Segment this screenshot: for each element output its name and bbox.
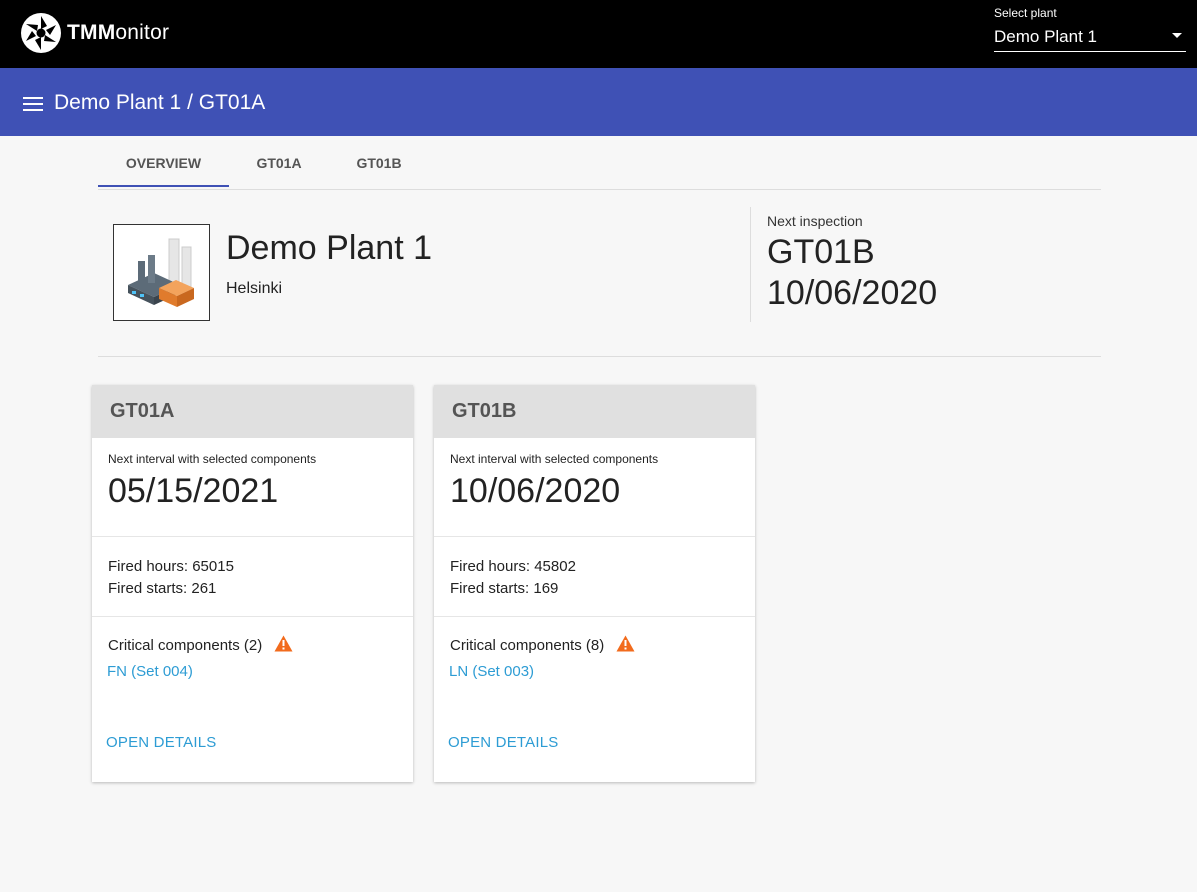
component-link[interactable]: FN (Set 004) (107, 663, 193, 680)
tab-overview[interactable]: OVERVIEW (98, 137, 229, 188)
plant-select-label: Select plant (994, 6, 1057, 20)
interval-label: Next interval with selected components (450, 452, 659, 466)
dropdown-arrow-icon (1172, 33, 1182, 38)
card-title: GT01A (110, 400, 175, 422)
open-details-button[interactable]: OPEN DETAILS (106, 734, 216, 751)
vertical-divider (750, 207, 751, 322)
factory-illustration-icon (113, 224, 210, 321)
section-divider (98, 356, 1101, 357)
fired-hours: Fired hours: 45802 (450, 558, 576, 575)
app-header: Demo Plant 1 / GT01A (0, 68, 1197, 136)
next-inspection-label: Next inspection (767, 213, 863, 229)
fired-starts: Fired starts: 169 (450, 580, 559, 597)
card-divider (434, 536, 755, 537)
card-header: GT01A (92, 385, 413, 438)
unit-card-gt01a: GT01A Next interval with selected compon… (92, 385, 413, 782)
tab-gt01a[interactable]: GT01A (229, 137, 329, 188)
fired-hours: Fired hours: 65015 (108, 558, 234, 575)
tab-gt01b[interactable]: GT01B (329, 137, 429, 188)
plant-name: Demo Plant 1 (226, 229, 432, 267)
card-divider (92, 536, 413, 537)
brand-logo-text: TMMonitor (67, 21, 170, 44)
unit-card-gt01b: GT01B Next interval with selected compon… (434, 385, 755, 782)
plant-select-value: Demo Plant 1 (994, 27, 1097, 46)
interval-label: Next interval with selected components (108, 452, 317, 466)
interval-date: 10/06/2020 (450, 472, 621, 510)
aperture-logo-icon (21, 13, 61, 53)
hamburger-menu-icon[interactable] (23, 97, 43, 111)
interval-date: 05/15/2021 (108, 472, 279, 510)
select-underline (994, 51, 1186, 52)
tab-bar: OVERVIEW GT01A GT01B (98, 137, 1101, 190)
card-title: GT01B (452, 400, 517, 422)
card-divider (92, 616, 413, 617)
open-details-button[interactable]: OPEN DETAILS (448, 734, 558, 751)
warning-triangle-icon (616, 635, 635, 652)
critical-components: Critical components (8) (450, 637, 605, 654)
card-divider (434, 616, 755, 617)
top-bar: TMMonitor Select plant Demo Plant 1 (0, 0, 1197, 68)
component-link[interactable]: LN (Set 003) (449, 663, 534, 680)
critical-components: Critical components (2) (108, 637, 263, 654)
active-tab-indicator (98, 185, 229, 187)
next-inspection-unit: GT01B (767, 233, 875, 271)
page-title: Demo Plant 1 / GT01A (54, 91, 266, 114)
fired-starts: Fired starts: 261 (108, 580, 217, 597)
warning-triangle-icon (274, 635, 293, 652)
next-inspection-date: 10/06/2020 (767, 274, 938, 312)
card-header: GT01B (434, 385, 755, 438)
plant-select-dropdown[interactable]: Select plant Demo Plant 1 (994, 4, 1186, 52)
plant-city: Helsinki (226, 280, 283, 297)
